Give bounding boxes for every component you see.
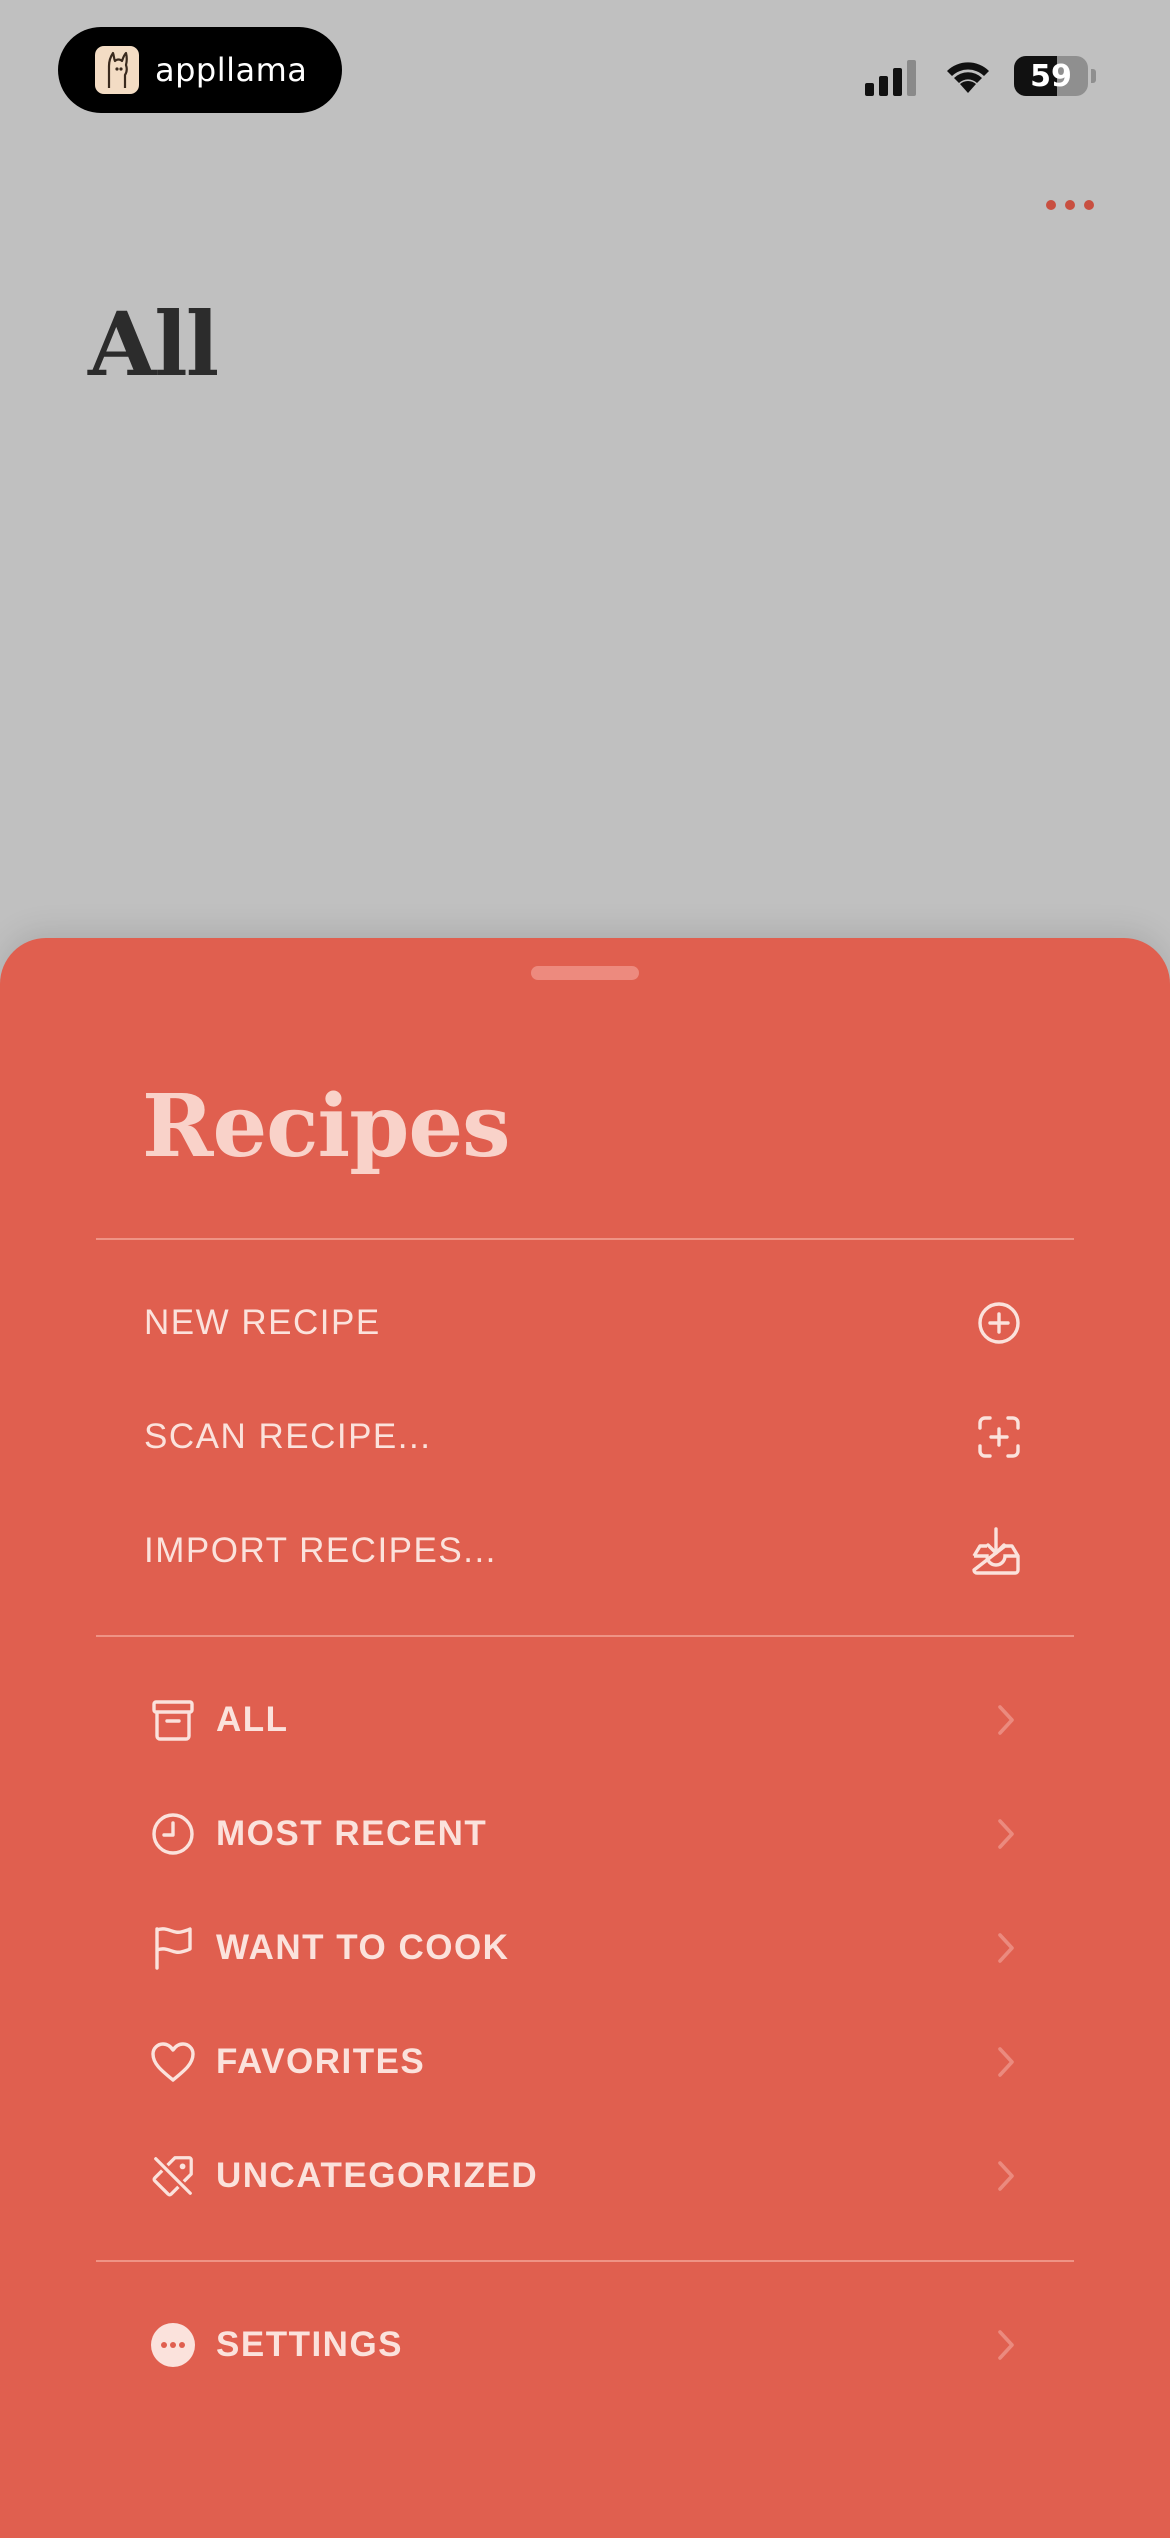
collection-most-recent-label: MOST RECENT [216, 1814, 488, 1853]
clock-icon [150, 1811, 196, 1857]
flag-icon [150, 1925, 196, 1971]
llama-logo-icon [95, 46, 139, 94]
collection-favorites[interactable]: FAVORITES [96, 2012, 1074, 2112]
heart-icon [150, 2039, 196, 2085]
plus-circle-icon [976, 1300, 1022, 1346]
tag-slash-icon [150, 2153, 196, 2199]
sheet-grabber[interactable] [531, 966, 639, 980]
collection-want-to-cook-label: WANT TO COOK [216, 1928, 510, 1967]
settings-button[interactable]: SETTINGS [96, 2295, 1074, 2395]
chevron-right-icon [996, 2329, 1016, 2361]
new-recipe-label: NEW RECIPE [144, 1303, 381, 1342]
wifi-icon [942, 57, 994, 95]
collection-uncategorized[interactable]: UNCATEGORIZED [96, 2126, 1074, 2226]
new-recipe-button[interactable]: NEW RECIPE [96, 1273, 1074, 1373]
collection-all-label: ALL [216, 1700, 289, 1739]
brand-name: appllama [155, 51, 308, 89]
tray-download-icon [970, 1526, 1022, 1576]
recipes-sheet: Recipes NEW RECIPE SCAN RECIPE... IMPORT… [0, 938, 1170, 2538]
import-recipes-label: IMPORT RECIPES... [144, 1531, 497, 1570]
collection-want-to-cook[interactable]: WANT TO COOK [96, 1898, 1074, 1998]
divider [96, 1238, 1074, 1240]
sheet-title: Recipes [142, 1076, 510, 1177]
battery-percent: 59 [1030, 58, 1072, 94]
chevron-right-icon [996, 1704, 1016, 1736]
import-recipes-button[interactable]: IMPORT RECIPES... [96, 1501, 1074, 1601]
battery-icon: 59 [1014, 56, 1088, 96]
page-title: All [88, 292, 219, 396]
collection-uncategorized-label: UNCATEGORIZED [216, 2156, 539, 2195]
ellipsis-circle-icon [150, 2322, 196, 2368]
signal-icon [865, 56, 916, 96]
archive-box-icon [150, 1697, 196, 1743]
collection-all[interactable]: ALL [96, 1670, 1074, 1770]
brand-badge: appllama [58, 27, 342, 113]
battery-tip [1091, 69, 1096, 83]
collection-favorites-label: FAVORITES [216, 2042, 426, 2081]
chevron-right-icon [996, 2160, 1016, 2192]
divider [96, 1635, 1074, 1637]
collection-most-recent[interactable]: MOST RECENT [96, 1784, 1074, 1884]
more-dots-icon[interactable] [1046, 200, 1094, 210]
chevron-right-icon [996, 2046, 1016, 2078]
divider [96, 2260, 1074, 2262]
scan-plus-icon [976, 1414, 1022, 1460]
scan-recipe-label: SCAN RECIPE... [144, 1417, 432, 1456]
scan-recipe-button[interactable]: SCAN RECIPE... [96, 1387, 1074, 1487]
chevron-right-icon [996, 1818, 1016, 1850]
chevron-right-icon [996, 1932, 1016, 1964]
status-icons: 59 [865, 56, 1096, 96]
settings-label: SETTINGS [216, 2325, 404, 2364]
